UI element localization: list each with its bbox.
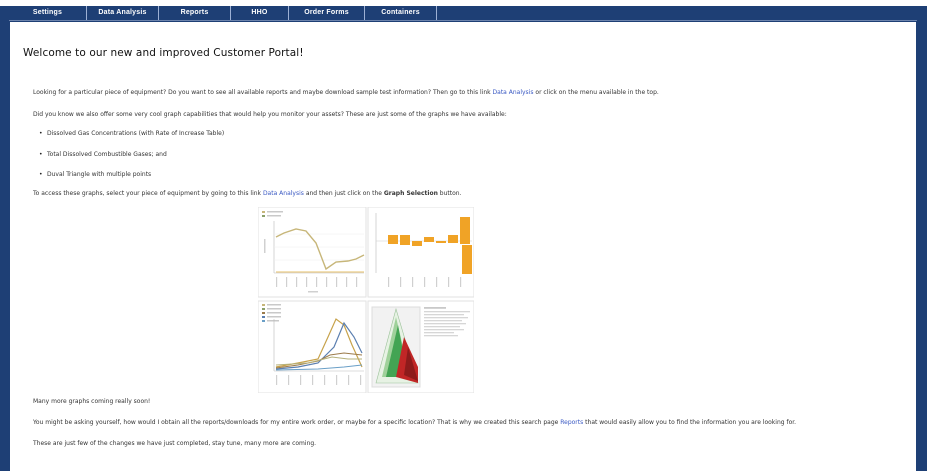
sample-graphs-image [257, 206, 475, 394]
graph-selection-label: Graph Selection [383, 190, 438, 197]
content-panel: Welcome to our new and improved Customer… [10, 22, 916, 471]
duval-triangle-chart-thumb [367, 300, 475, 394]
access-paragraph: To access these graphs, select your piec… [33, 190, 461, 197]
menu-item-order-forms[interactable]: Order Forms [289, 6, 365, 20]
main-menu-bar: Settings Data Analysis Reports HHO Order… [9, 6, 917, 21]
more-graphs-text: Many more graphs coming really soon! [33, 398, 151, 405]
graph-intro-paragraph: Did you know we also offer some very coo… [33, 111, 507, 118]
menu-item-containers[interactable]: Containers [365, 6, 437, 20]
menu-item-settings[interactable]: Settings [9, 6, 87, 20]
intro-text: Looking for a particular piece of equipm… [33, 89, 493, 96]
closing-paragraph: These are just few of the changes we hav… [33, 440, 317, 447]
dissolved-gas-line-chart-thumb [257, 206, 367, 298]
graph-list-item: Duval Triangle with multiple points [39, 171, 151, 178]
window-frame-bottom [0, 471, 927, 475]
menu-item-hho[interactable]: HHO [231, 6, 289, 20]
page-title: Welcome to our new and improved Customer… [23, 47, 304, 59]
graph-list-item: Dissolved Gas Concentrations (with Rate … [39, 130, 224, 137]
total-combustible-gases-chart-thumb [257, 300, 367, 394]
reports-text: You might be asking yourself, how would … [33, 419, 561, 426]
access-text-end: button. [437, 190, 462, 197]
reports-text-end: that would easily allow you to find the … [583, 419, 797, 426]
reports-paragraph: You might be asking yourself, how would … [33, 419, 796, 426]
data-analysis-link[interactable]: Data Analysis [493, 89, 534, 96]
graph-list-item: Total Dissolved Combustible Gases; and [39, 151, 167, 158]
reports-link[interactable]: Reports [560, 419, 583, 426]
intro-paragraph: Looking for a particular piece of equipm… [33, 89, 659, 96]
menu-item-data-analysis[interactable]: Data Analysis [87, 6, 159, 20]
intro-text-end: or click on the menu available in the to… [533, 89, 659, 96]
data-analysis-link-2[interactable]: Data Analysis [263, 190, 304, 197]
rate-of-increase-bar-chart-thumb [367, 206, 475, 298]
access-text-middle: and then just click on the [303, 190, 384, 197]
sample-graphs-svg [257, 206, 475, 394]
access-text: To access these graphs, select your piec… [33, 190, 263, 197]
menu-item-reports[interactable]: Reports [159, 6, 231, 20]
